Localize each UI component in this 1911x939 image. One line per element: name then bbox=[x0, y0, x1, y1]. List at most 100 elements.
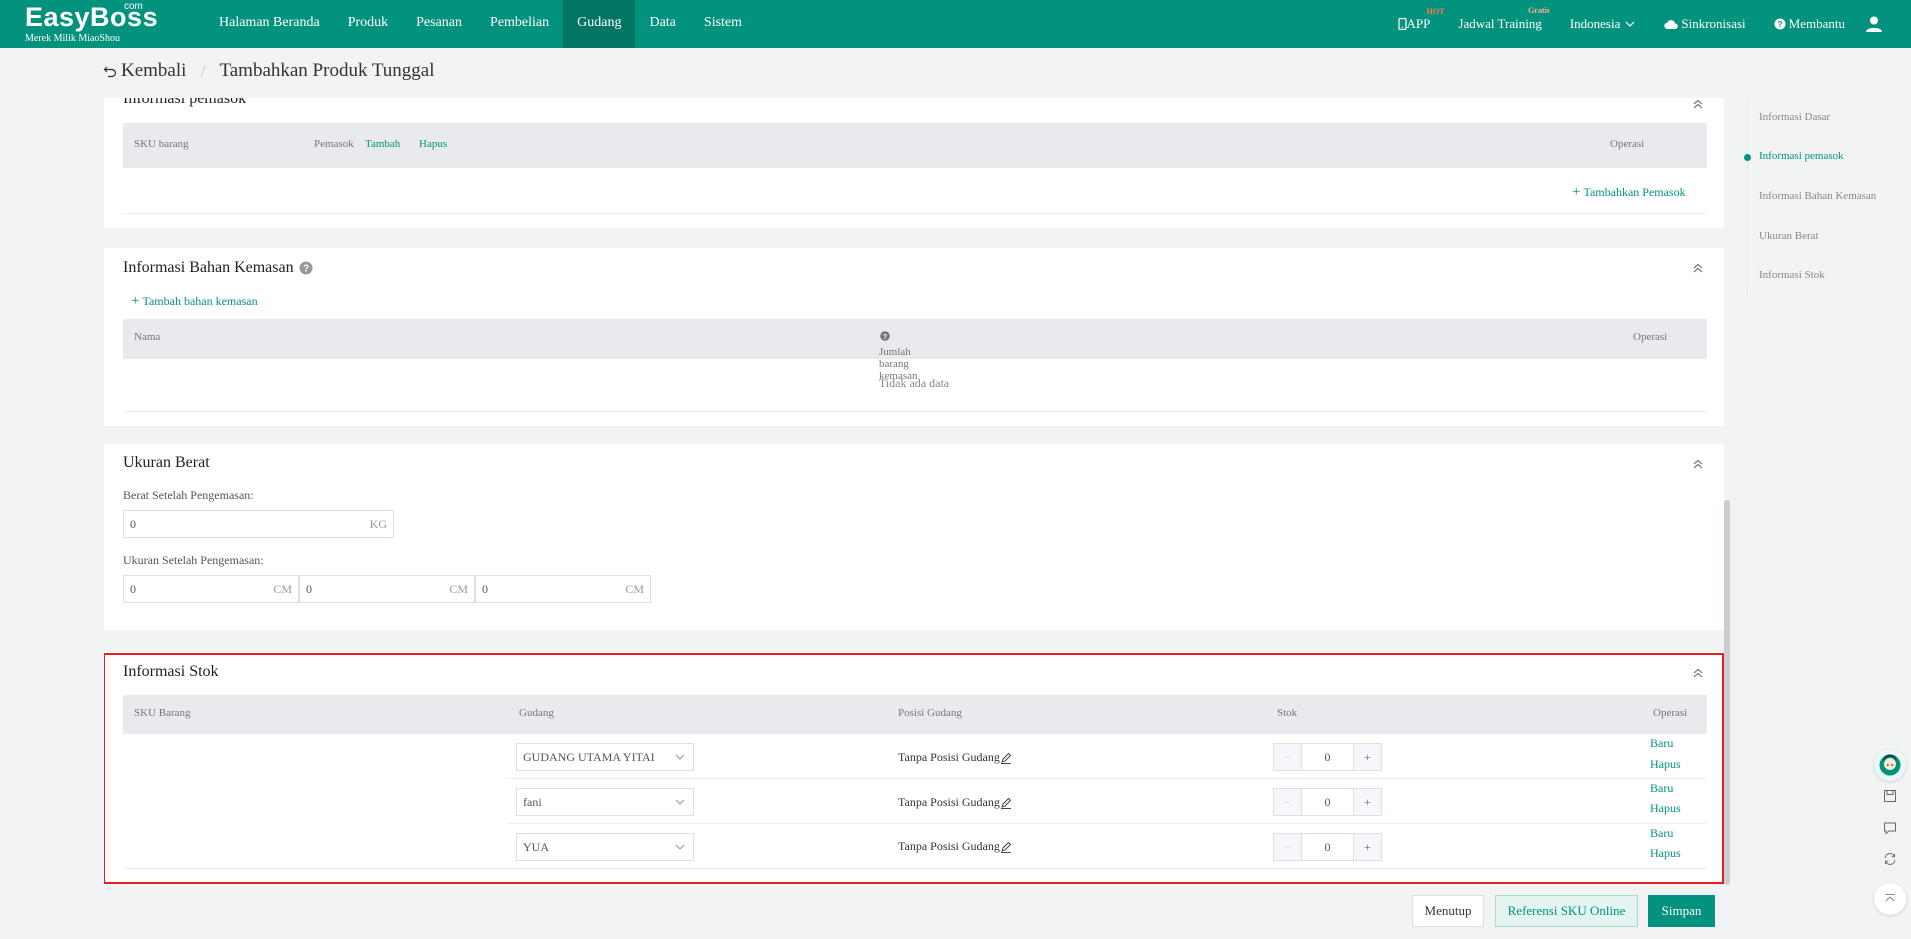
feedback-tool[interactable] bbox=[1874, 812, 1906, 844]
weight-value: 0 bbox=[130, 517, 136, 531]
supplier-section: Informasi pemasok SKU barang Pemasok Tam… bbox=[104, 98, 1724, 228]
active-dot bbox=[1744, 154, 1751, 161]
cloud-icon bbox=[1664, 19, 1679, 29]
scrollbar-thumb[interactable] bbox=[1724, 500, 1730, 885]
hot-badge: HOT bbox=[1426, 7, 1445, 16]
col-qty: Jumlah barang kemasan ? bbox=[879, 331, 917, 382]
refresh-tool[interactable] bbox=[1874, 843, 1906, 875]
breadcrumb-separator: / bbox=[200, 60, 206, 81]
form-content: Informasi pemasok SKU barang Pemasok Tam… bbox=[104, 98, 1724, 939]
sync-button[interactable]: Sinkronisasi bbox=[1664, 16, 1746, 32]
support-avatar[interactable] bbox=[1874, 749, 1906, 781]
save-icon bbox=[1884, 790, 1896, 802]
refresh-icon bbox=[1884, 853, 1896, 865]
weight-input[interactable]: 0 KG bbox=[123, 510, 394, 538]
width-input[interactable]: 0 CM bbox=[299, 575, 475, 603]
supplier-table-header: SKU barang Pemasok Tambah Hapus Operasi bbox=[123, 123, 1707, 168]
save-button[interactable]: Simpan bbox=[1648, 895, 1715, 927]
length-input[interactable]: 0 CM bbox=[123, 575, 299, 603]
add-supplier-column-link[interactable]: Tambah bbox=[365, 138, 400, 150]
menu-item-warehouse[interactable]: Gudang bbox=[563, 0, 636, 48]
divider bbox=[123, 213, 1707, 214]
empty-state: Tidak ada data bbox=[878, 376, 950, 390]
language-label: Indonesia bbox=[1569, 16, 1621, 31]
app-link[interactable]: APP HOT bbox=[1397, 7, 1444, 32]
add-packaging-label: Tambah bahan kemasan bbox=[142, 294, 258, 308]
question-icon: ? bbox=[1774, 18, 1786, 30]
close-button[interactable]: Menutup bbox=[1412, 895, 1484, 927]
language-select[interactable]: Indonesia bbox=[1570, 16, 1637, 32]
col-operation: Operasi bbox=[1610, 138, 1645, 150]
sync-label: Sinkronisasi bbox=[1681, 16, 1746, 31]
top-navbar: EasyBoss com Merek Milik MiaoShou Halama… bbox=[0, 0, 1911, 48]
height-input[interactable]: 0 CM bbox=[475, 575, 651, 603]
collapse-icon[interactable] bbox=[1692, 262, 1704, 274]
help-button[interactable]: ? Membantu bbox=[1774, 16, 1845, 32]
agent-avatar-icon bbox=[1879, 754, 1901, 776]
user-menu[interactable] bbox=[1865, 15, 1883, 33]
packaging-section: Informasi Bahan Kemasan ? + Tambah bahan… bbox=[104, 248, 1724, 426]
width-value: 0 bbox=[306, 582, 312, 596]
weight-section: Ukuran Berat Berat Setelah Pengemasan: 0… bbox=[104, 444, 1724, 630]
length-unit: CM bbox=[273, 582, 292, 596]
menu-item-products[interactable]: Produk bbox=[334, 0, 402, 48]
phone-icon bbox=[1397, 18, 1407, 30]
anchor-basic-info[interactable]: Informasi Dasar bbox=[1759, 111, 1830, 123]
delete-supplier-column-link[interactable]: Hapus bbox=[419, 138, 447, 150]
weight-section-title: Ukuran Berat bbox=[123, 454, 210, 471]
main-menu: Halaman Beranda Produk Pesanan Pembelian… bbox=[205, 0, 756, 48]
size-label: Ukuran Setelah Pengemasan: bbox=[123, 553, 264, 567]
width-unit: CM bbox=[449, 582, 468, 596]
anchor-packaging-info[interactable]: Informasi Bahan Kemasan bbox=[1759, 190, 1876, 202]
supplier-section-title: Informasi pemasok bbox=[123, 98, 247, 107]
weight-label: Berat Setelah Pengemasan: bbox=[123, 488, 254, 502]
logo-com: com bbox=[124, 1, 143, 12]
back-icon[interactable] bbox=[103, 64, 117, 78]
back-link[interactable]: Kembali bbox=[121, 60, 186, 82]
col-supplier: Pemasok bbox=[314, 138, 354, 150]
logo[interactable]: EasyBoss com Merek Milik MiaoShou bbox=[25, 1, 158, 44]
packaging-section-title: Informasi Bahan Kemasan bbox=[123, 259, 294, 276]
anchor-stock-info[interactable]: Informasi Stok bbox=[1759, 269, 1825, 281]
add-supplier-button[interactable]: + Tambahkan Pemasok bbox=[1572, 184, 1686, 201]
add-packaging-button[interactable]: + Tambah bahan kemasan bbox=[131, 293, 258, 310]
training-label: Jadwal Training bbox=[1458, 16, 1542, 31]
col-operation: Operasi bbox=[1633, 331, 1668, 343]
reference-sku-button[interactable]: Referensi SKU Online bbox=[1495, 895, 1638, 927]
packaging-table-header: Nama Jumlah barang kemasan ? Operasi bbox=[123, 319, 1707, 382]
plus-icon: + bbox=[1572, 184, 1581, 200]
anchor-weight-size[interactable]: Ukuran Berat bbox=[1759, 230, 1819, 242]
menu-item-orders[interactable]: Pesanan bbox=[402, 0, 476, 48]
free-badge: Gratis bbox=[1528, 6, 1550, 15]
anchor-supplier-info[interactable]: Informasi pemasok bbox=[1759, 150, 1844, 162]
save-draft-tool[interactable] bbox=[1874, 780, 1906, 812]
training-link[interactable]: Jadwal Training Gratis bbox=[1458, 6, 1549, 32]
arrow-up-icon bbox=[1885, 894, 1895, 902]
weight-unit: KG bbox=[369, 517, 387, 531]
section-anchor-nav: Informasi Dasar Informasi pemasok Inform… bbox=[1744, 100, 1897, 295]
menu-item-system[interactable]: Sistem bbox=[690, 0, 756, 48]
length-value: 0 bbox=[130, 582, 136, 596]
packaging-title-row: Informasi Bahan Kemasan ? bbox=[123, 259, 313, 277]
menu-item-data[interactable]: Data bbox=[635, 0, 689, 48]
menu-item-purchasing[interactable]: Pembelian bbox=[476, 0, 563, 48]
nav-right: APP HOT Jadwal Training Gratis Indonesia… bbox=[1397, 0, 1911, 48]
question-icon[interactable]: ? bbox=[880, 331, 890, 341]
user-icon bbox=[1866, 16, 1882, 32]
svg-text:?: ? bbox=[303, 264, 309, 275]
plus-icon: + bbox=[131, 293, 140, 309]
height-value: 0 bbox=[482, 582, 488, 596]
col-name: Nama bbox=[134, 331, 161, 343]
collapse-icon[interactable] bbox=[1692, 458, 1704, 470]
add-supplier-label: Tambahkan Pemasok bbox=[1583, 185, 1686, 199]
chevron-down-icon bbox=[1625, 21, 1635, 27]
menu-item-home[interactable]: Halaman Beranda bbox=[205, 0, 334, 48]
app-label: APP bbox=[1406, 16, 1431, 31]
divider bbox=[123, 411, 1707, 412]
collapse-icon[interactable] bbox=[1692, 98, 1704, 110]
back-to-top-button[interactable] bbox=[1874, 883, 1906, 915]
page-title: Tambahkan Produk Tunggal bbox=[219, 60, 435, 81]
help-label: Membantu bbox=[1788, 16, 1845, 31]
col-sku: SKU barang bbox=[134, 138, 189, 150]
question-icon[interactable]: ? bbox=[299, 261, 313, 275]
